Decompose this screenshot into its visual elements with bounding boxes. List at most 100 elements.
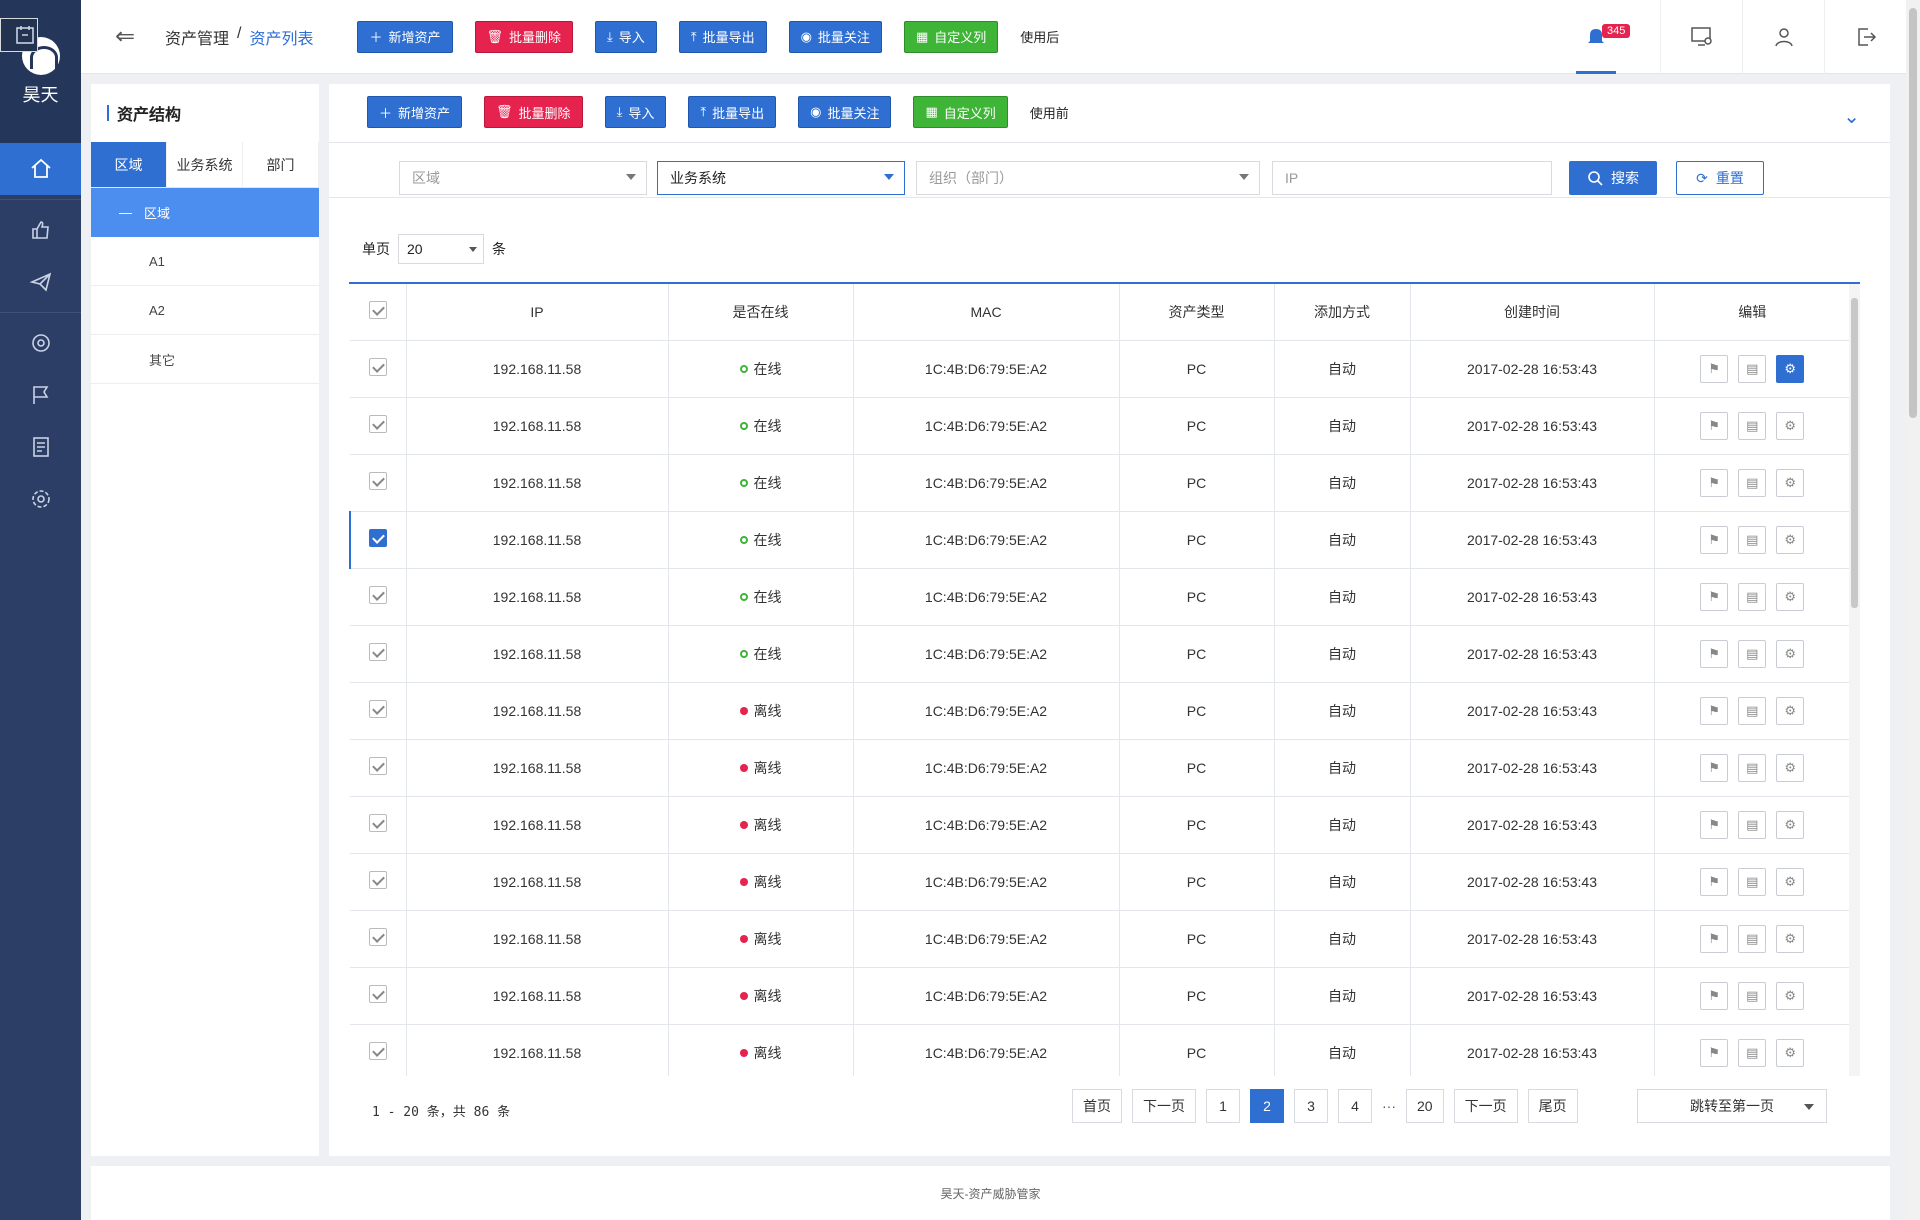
flag-action-button[interactable]: ⚑ bbox=[1700, 810, 1729, 839]
row-checkbox[interactable] bbox=[368, 415, 387, 433]
batch-delete-button[interactable]: 🗑 批量删除 bbox=[484, 96, 583, 128]
settings-action-button[interactable]: ⚙ bbox=[1776, 924, 1805, 953]
nav-settings[interactable] bbox=[0, 473, 81, 525]
tree-item[interactable]: 其它 bbox=[91, 335, 319, 384]
row-checkbox[interactable] bbox=[368, 700, 387, 718]
row-checkbox[interactable] bbox=[368, 814, 387, 832]
document-action-button[interactable]: ▤ bbox=[1738, 753, 1767, 782]
flag-action-button[interactable]: ⚑ bbox=[1700, 639, 1729, 668]
user-button[interactable] bbox=[1742, 0, 1824, 74]
row-checkbox[interactable] bbox=[368, 586, 387, 604]
breadcrumb-parent[interactable]: 资产管理 bbox=[165, 25, 229, 49]
table-row[interactable]: 192.168.11.58 离线 1C:4B:D6:79:5E:A2 PC 自动 2017… bbox=[350, 967, 1850, 1025]
tree-root-region[interactable]: — 区域 bbox=[91, 188, 319, 237]
nav-flag[interactable] bbox=[0, 369, 81, 421]
settings-action-button[interactable]: ⚙ bbox=[1776, 753, 1805, 782]
column-header[interactable]: 是否在线 bbox=[668, 284, 854, 341]
document-action-button[interactable]: ▤ bbox=[1738, 468, 1767, 497]
table-row[interactable]: 192.168.11.58 在线 1C:4B:D6:79:5E:A2 PC 自动 2017… bbox=[350, 340, 1850, 398]
flag-action-button[interactable]: ⚑ bbox=[1700, 696, 1729, 725]
row-checkbox[interactable] bbox=[368, 643, 387, 661]
row-checkbox[interactable] bbox=[368, 757, 387, 775]
table-scrollbar-thumb[interactable] bbox=[1851, 298, 1858, 608]
row-checkbox[interactable] bbox=[368, 985, 387, 1003]
settings-action-button[interactable]: ⚙ bbox=[1776, 525, 1805, 554]
settings-action-button[interactable]: ⚙ bbox=[1776, 810, 1805, 839]
page-button-current[interactable]: 2 bbox=[1250, 1089, 1284, 1123]
settings-action-button[interactable]: ⚙ bbox=[1776, 468, 1805, 497]
page-button[interactable]: 1 bbox=[1206, 1089, 1240, 1123]
back-arrow-icon[interactable]: ⇐ bbox=[115, 22, 147, 51]
row-checkbox[interactable] bbox=[368, 1042, 387, 1060]
settings-action-button[interactable]: ⚙ bbox=[1776, 867, 1805, 896]
row-checkbox[interactable] bbox=[368, 358, 387, 376]
column-header[interactable]: 添加方式 bbox=[1274, 284, 1411, 341]
reset-button[interactable]: ⟳ 重置 bbox=[1676, 161, 1764, 195]
add-asset-button[interactable]: ＋ 新增资产 bbox=[367, 96, 463, 128]
column-header[interactable]: MAC bbox=[853, 284, 1120, 341]
settings-action-button[interactable]: ⚙ bbox=[1776, 696, 1805, 725]
batch-export-button[interactable]: ⤒ 批量导出 bbox=[688, 96, 777, 128]
batch-follow-button[interactable]: ◉ 批量关注 bbox=[798, 96, 892, 128]
table-row[interactable]: 192.168.11.58 在线 1C:4B:D6:79:5E:A2 PC 自动 2017… bbox=[349, 511, 1850, 569]
nav-home[interactable] bbox=[0, 143, 81, 195]
table-row[interactable]: 192.168.11.58 在线 1C:4B:D6:79:5E:A2 PC 自动 2017… bbox=[350, 568, 1850, 626]
monitor-settings-button[interactable] bbox=[1660, 0, 1742, 74]
document-action-button[interactable]: ▤ bbox=[1738, 525, 1767, 554]
logout-button[interactable] bbox=[1824, 0, 1906, 74]
document-action-button[interactable]: ▤ bbox=[1738, 696, 1767, 725]
flag-action-button[interactable]: ⚑ bbox=[1700, 981, 1729, 1010]
flag-action-button[interactable]: ⚑ bbox=[1700, 867, 1729, 896]
column-header[interactable]: 资产类型 bbox=[1119, 284, 1275, 341]
prev-page-button[interactable]: 下一页 bbox=[1132, 1089, 1196, 1123]
tree-item[interactable]: A1 bbox=[91, 237, 319, 286]
document-action-button[interactable]: ▤ bbox=[1738, 639, 1767, 668]
search-button[interactable]: 搜索 bbox=[1569, 161, 1657, 195]
nav-scan[interactable] bbox=[0, 317, 81, 369]
tab-business-system[interactable]: 业务系统 bbox=[167, 142, 243, 187]
document-action-button[interactable]: ▤ bbox=[1738, 411, 1767, 440]
column-header[interactable]: 创建时间 bbox=[1410, 284, 1655, 341]
organization-select[interactable]: 组织（部门） bbox=[916, 161, 1260, 195]
select-all-checkbox[interactable] bbox=[368, 301, 387, 320]
collapse-chevron-icon[interactable]: ⌄ bbox=[1843, 104, 1860, 129]
page-scrollbar[interactable] bbox=[1906, 0, 1920, 1220]
flag-action-button[interactable]: ⚑ bbox=[1700, 924, 1729, 953]
settings-action-button[interactable]: ⚙ bbox=[1776, 639, 1805, 668]
document-action-button[interactable]: ▤ bbox=[1738, 582, 1767, 611]
flag-action-button[interactable]: ⚑ bbox=[1700, 525, 1729, 554]
table-row[interactable]: 192.168.11.58 离线 1C:4B:D6:79:5E:A2 PC 自动 2017… bbox=[350, 910, 1850, 968]
nav-assets[interactable] bbox=[0, 204, 81, 256]
settings-action-button[interactable]: ⚙ bbox=[1776, 411, 1805, 440]
document-action-button[interactable]: ▤ bbox=[1738, 924, 1767, 953]
nav-calendar[interactable] bbox=[0, 18, 38, 52]
flag-action-button[interactable]: ⚑ bbox=[1700, 753, 1729, 782]
document-action-button[interactable]: ▤ bbox=[1738, 981, 1767, 1010]
document-action-button[interactable]: ▤ bbox=[1738, 810, 1767, 839]
table-row[interactable]: 192.168.11.58 离线 1C:4B:D6:79:5E:A2 PC 自动 2017… bbox=[350, 796, 1850, 854]
settings-action-button[interactable]: ⚙ bbox=[1776, 582, 1805, 611]
flag-action-button[interactable]: ⚑ bbox=[1700, 354, 1729, 383]
document-action-button[interactable]: ▤ bbox=[1738, 1038, 1767, 1067]
column-header[interactable]: IP bbox=[406, 284, 669, 341]
flag-action-button[interactable]: ⚑ bbox=[1700, 468, 1729, 497]
tab-department[interactable]: 部门 bbox=[243, 142, 319, 187]
region-select[interactable]: 区域 bbox=[399, 161, 647, 195]
business-system-select[interactable]: 业务系统 bbox=[657, 161, 905, 195]
nav-send[interactable] bbox=[0, 256, 81, 308]
page-button[interactable]: 4 bbox=[1338, 1089, 1372, 1123]
row-checkbox[interactable] bbox=[368, 472, 387, 490]
table-row[interactable]: 192.168.11.58 在线 1C:4B:D6:79:5E:A2 PC 自动 2017… bbox=[350, 625, 1850, 683]
settings-action-button[interactable]: ⚙ bbox=[1776, 354, 1805, 383]
row-checkbox[interactable] bbox=[368, 928, 387, 946]
table-row[interactable]: 192.168.11.58 在线 1C:4B:D6:79:5E:A2 PC 自动 2017… bbox=[350, 397, 1850, 455]
row-checkbox[interactable] bbox=[368, 871, 387, 889]
flag-action-button[interactable]: ⚑ bbox=[1700, 411, 1729, 440]
batch-delete-button[interactable]: 🗑 批量删除 bbox=[474, 20, 574, 53]
import-button[interactable]: ⤓ 导入 bbox=[595, 20, 657, 53]
batch-export-button[interactable]: ⤒ 批量导出 bbox=[678, 20, 767, 53]
settings-action-button[interactable]: ⚙ bbox=[1776, 981, 1805, 1010]
table-row[interactable]: 192.168.11.58 离线 1C:4B:D6:79:5E:A2 PC 自动 2017… bbox=[350, 682, 1850, 740]
table-row[interactable]: 192.168.11.58 在线 1C:4B:D6:79:5E:A2 PC 自动 2017… bbox=[350, 454, 1850, 512]
tab-region[interactable]: 区域 bbox=[91, 142, 167, 187]
